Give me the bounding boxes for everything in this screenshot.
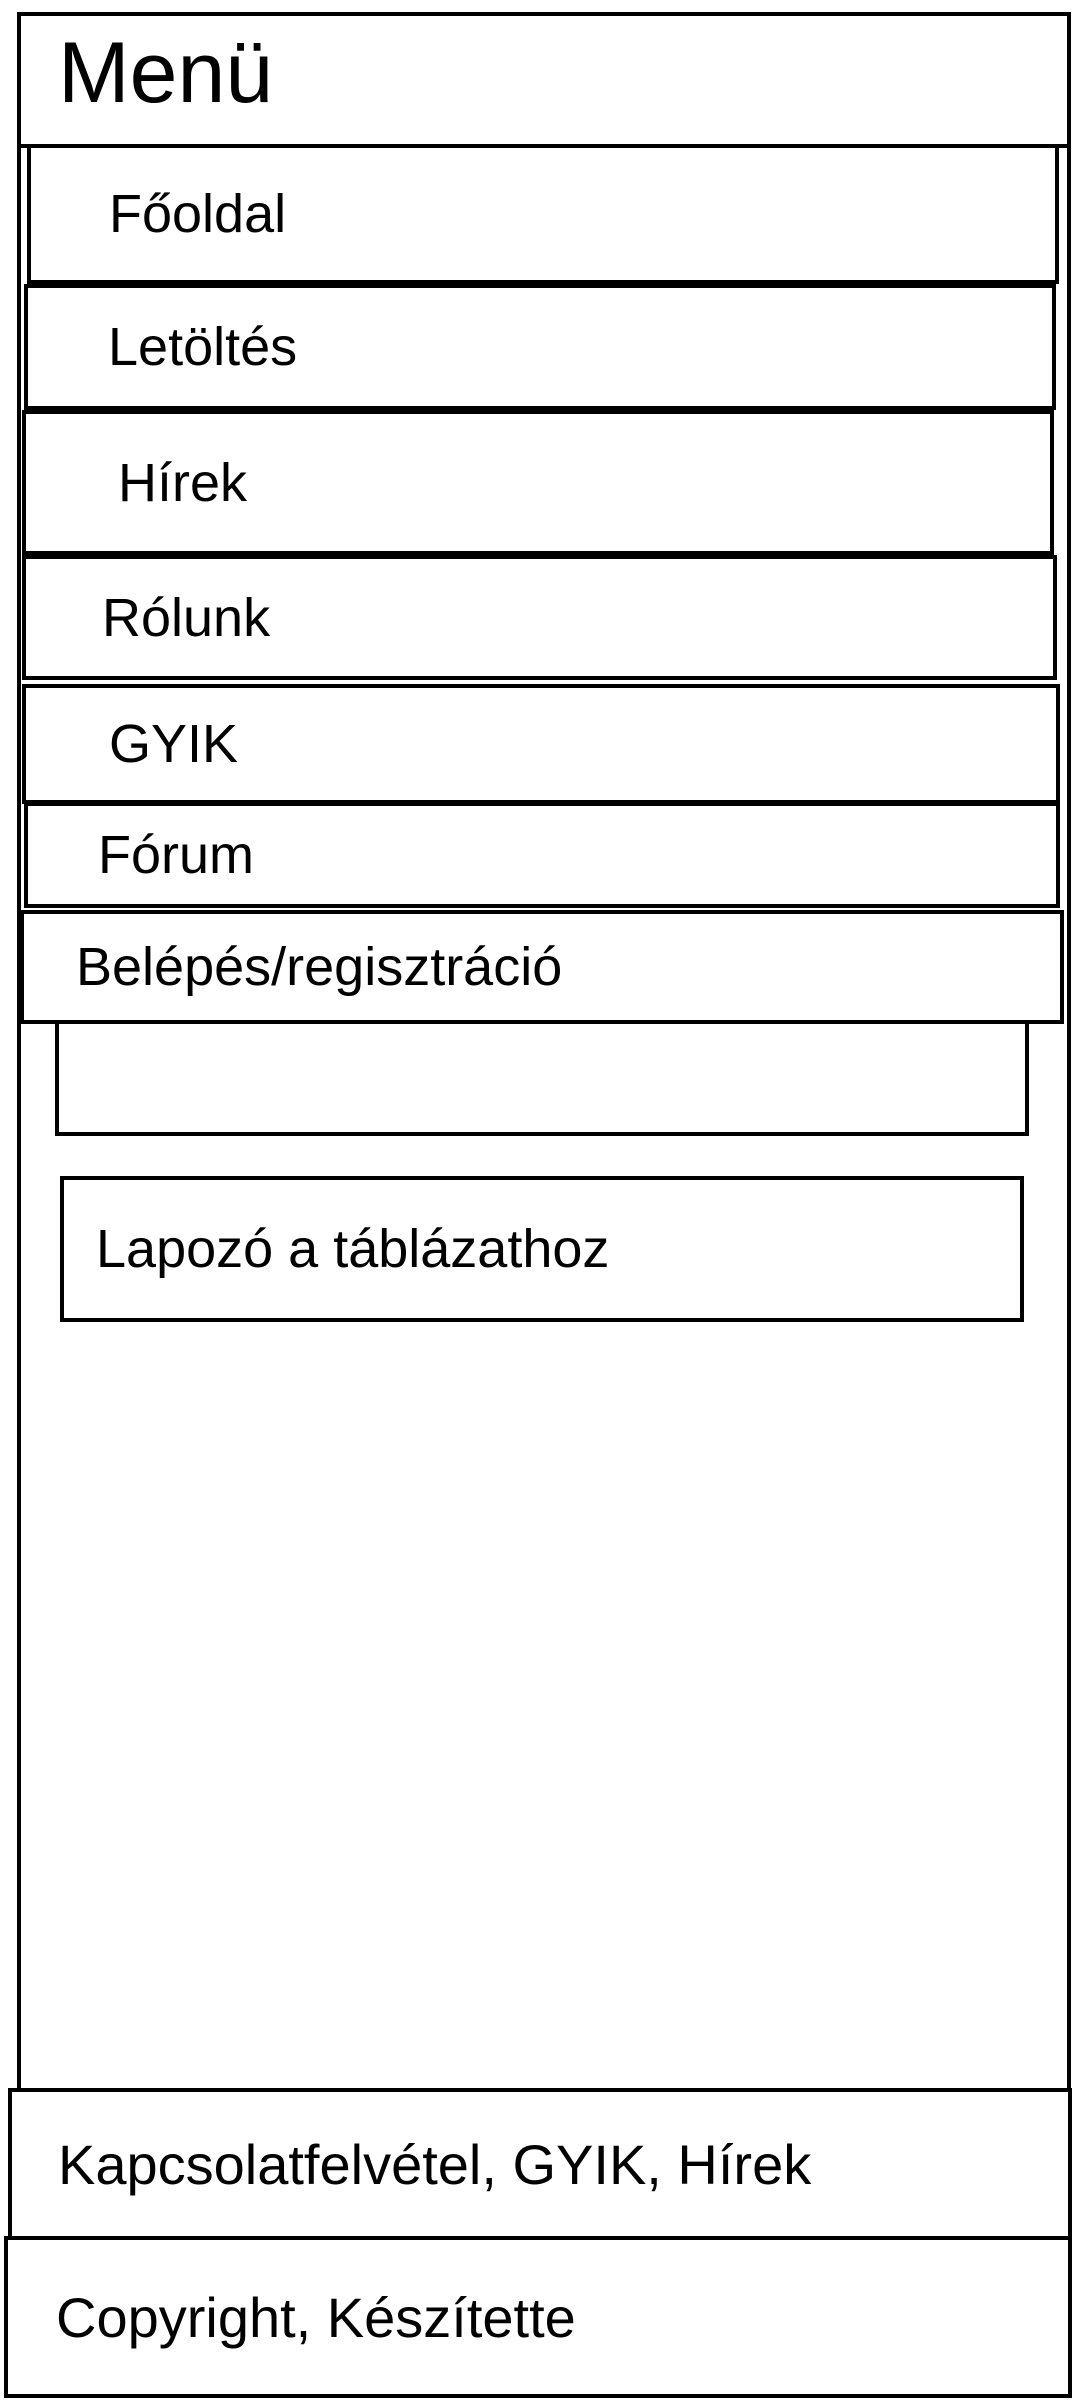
- footer-links[interactable]: Kapcsolatfelvétel, GYIK, Hírek: [8, 2088, 1072, 2240]
- nav-item-letoltes[interactable]: Letöltés: [24, 284, 1056, 410]
- nav-item-label: Letöltés: [108, 317, 298, 377]
- footer-links-text: Kapcsolatfelvétel, GYIK, Hírek: [58, 2132, 812, 2196]
- nav-item-label: Rólunk: [102, 587, 271, 648]
- nav-item-belepes-regisztracio[interactable]: Belépés/regisztráció: [20, 910, 1064, 1024]
- nav-item-label: Fórum: [98, 825, 255, 885]
- nav-item-label: Hírek: [118, 452, 248, 513]
- nav-item-label: Főoldal: [109, 184, 287, 244]
- footer-copyright-text: Copyright, Készítette: [56, 2285, 576, 2349]
- nav-item-rolunk[interactable]: Rólunk: [22, 555, 1057, 680]
- nav-item-forum[interactable]: Fórum: [24, 802, 1060, 908]
- nav-item-gyik[interactable]: GYIK: [22, 684, 1060, 804]
- footer-copyright: Copyright, Készítette: [4, 2236, 1072, 2398]
- pager-label: Lapozó a táblázathoz: [96, 1219, 610, 1279]
- nav-item-hirek[interactable]: Hírek: [22, 410, 1054, 555]
- nav-item-fooldal[interactable]: Főoldal: [27, 144, 1059, 284]
- nav-item-label: Belépés/regisztráció: [76, 937, 563, 997]
- content-placeholder: [55, 1020, 1029, 1136]
- table-pager[interactable]: Lapozó a táblázathoz: [60, 1176, 1024, 1322]
- menu-title: Menü: [58, 25, 274, 121]
- nav-item-label: GYIK: [109, 714, 239, 774]
